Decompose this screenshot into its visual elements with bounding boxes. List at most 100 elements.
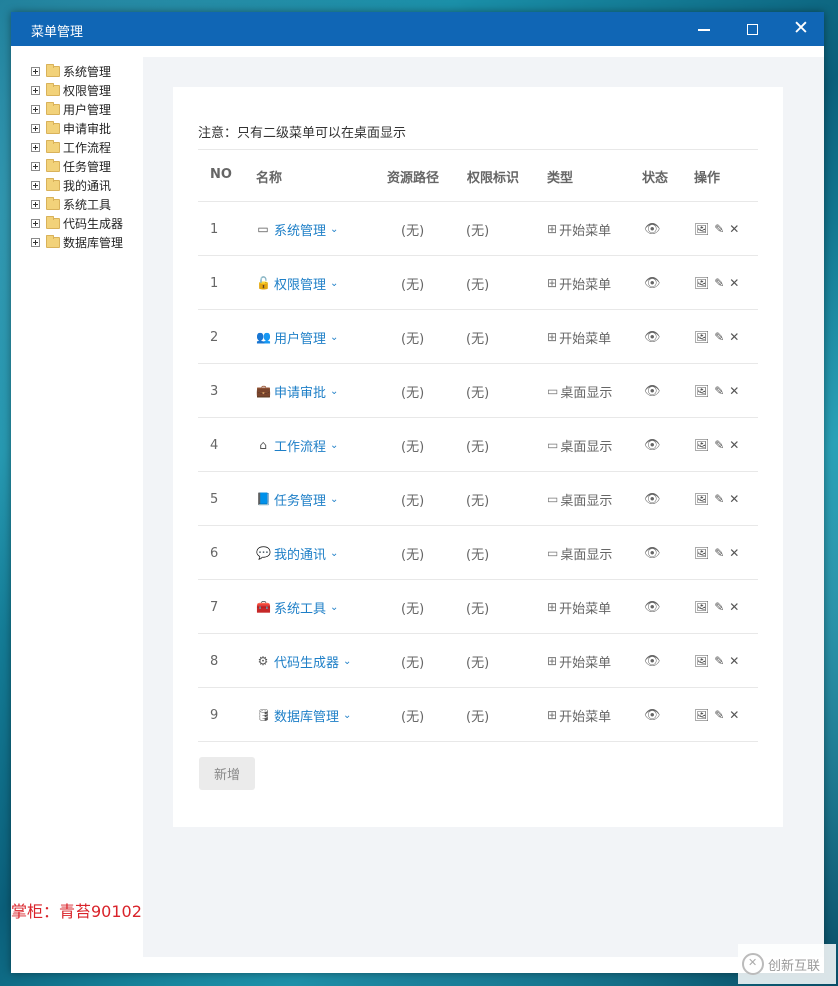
menu-name-dropdown[interactable]: 🧰 系统工具 ⌄ [256, 580, 338, 634]
title-bar[interactable]: 菜单管理 ✕ [11, 12, 824, 46]
expand-icon[interactable] [31, 200, 40, 209]
image-icon[interactable]: 🖼 [694, 546, 709, 560]
expand-icon[interactable] [31, 162, 40, 171]
tree-item[interactable]: 申请审批 [31, 119, 111, 138]
image-icon[interactable]: 🖼 [694, 438, 709, 452]
delete-icon[interactable]: ✕ [729, 492, 739, 506]
maximize-button[interactable] [728, 12, 776, 46]
eye-icon[interactable]: 👁 [644, 492, 661, 507]
eye-icon[interactable]: 👁 [644, 330, 661, 345]
menu-name-dropdown[interactable]: 🛢 数据库管理 ⌄ [256, 688, 351, 742]
edit-icon[interactable]: ✎ [714, 654, 724, 668]
menu-name-dropdown[interactable]: 👥 用户管理 ⌄ [256, 310, 338, 364]
edit-icon[interactable]: ✎ [714, 384, 724, 398]
eye-icon[interactable]: 👁 [644, 708, 661, 723]
delete-icon[interactable]: ✕ [729, 546, 739, 560]
eye-icon[interactable]: 👁 [644, 600, 661, 615]
tree-item[interactable]: 系统管理 [31, 62, 111, 81]
chevron-down-icon: ⌄ [343, 655, 352, 667]
table-row: 1 ▭ 系统管理 ⌄ (无) (无) ⊞ 开始菜单 👁 🖼 ✎ ✕ [198, 202, 758, 256]
expand-icon[interactable] [31, 67, 40, 76]
tree-item[interactable]: 权限管理 [31, 81, 111, 100]
menu-name-dropdown[interactable]: 🔓 权限管理 ⌄ [256, 256, 338, 310]
eye-icon[interactable]: 👁 [644, 438, 661, 453]
permission-id: (无) [466, 439, 490, 455]
chevron-down-icon: ⌄ [330, 601, 339, 613]
edit-icon[interactable]: ✎ [714, 276, 724, 290]
delete-icon[interactable]: ✕ [729, 330, 739, 344]
status-toggle[interactable]: 👁 [644, 310, 661, 364]
menu-name-dropdown[interactable]: 📘 任务管理 ⌄ [256, 472, 338, 526]
tree-item[interactable]: 数据库管理 [31, 233, 123, 252]
eye-icon[interactable]: 👁 [644, 654, 661, 669]
expand-icon[interactable] [31, 86, 40, 95]
edit-icon[interactable]: ✎ [714, 222, 724, 236]
tree-item[interactable]: 系统工具 [31, 195, 111, 214]
status-toggle[interactable]: 👁 [644, 202, 661, 256]
permission-id: (无) [466, 655, 490, 671]
image-icon[interactable]: 🖼 [694, 276, 709, 290]
edit-icon[interactable]: ✎ [714, 600, 724, 614]
menu-name-dropdown[interactable]: ▭ 系统管理 ⌄ [256, 202, 338, 256]
expand-icon[interactable] [31, 124, 40, 133]
edit-icon[interactable]: ✎ [714, 546, 724, 560]
delete-icon[interactable]: ✕ [729, 600, 739, 614]
tree-item[interactable]: 代码生成器 [31, 214, 123, 233]
image-icon[interactable]: 🖼 [694, 222, 709, 236]
close-button[interactable]: ✕ [776, 12, 824, 46]
image-icon[interactable]: 🖼 [694, 384, 709, 398]
expand-icon[interactable] [31, 238, 40, 247]
edit-icon[interactable]: ✎ [714, 492, 724, 506]
status-toggle[interactable]: 👁 [644, 580, 661, 634]
menu-name-dropdown[interactable]: ⚙ 代码生成器 ⌄ [256, 634, 352, 688]
menu-type-label: 桌面显示 [560, 385, 613, 401]
expand-icon[interactable] [31, 143, 40, 152]
image-icon[interactable]: 🖼 [694, 654, 709, 668]
folder-icon [46, 216, 60, 229]
add-button[interactable]: 新增 [199, 757, 255, 790]
edit-icon[interactable]: ✎ [714, 708, 724, 722]
status-toggle[interactable]: 👁 [644, 526, 661, 580]
image-icon[interactable]: 🖼 [694, 330, 709, 344]
eye-icon[interactable]: 👁 [644, 546, 661, 561]
status-toggle[interactable]: 👁 [644, 472, 661, 526]
tree-item[interactable]: 用户管理 [31, 100, 111, 119]
delete-icon[interactable]: ✕ [729, 222, 739, 236]
minimize-button[interactable] [680, 12, 728, 46]
row-actions: 🖼 ✎ ✕ [694, 472, 744, 526]
folder-icon [46, 178, 60, 191]
status-toggle[interactable]: 👁 [644, 256, 661, 310]
delete-icon[interactable]: ✕ [729, 708, 739, 722]
expand-icon[interactable] [31, 181, 40, 190]
divider [198, 149, 758, 150]
delete-icon[interactable]: ✕ [729, 438, 739, 452]
tree-item[interactable]: 任务管理 [31, 157, 111, 176]
image-icon[interactable]: 🖼 [694, 492, 709, 506]
status-toggle[interactable]: 👁 [644, 634, 661, 688]
menu-type-label: 开始菜单 [559, 331, 612, 347]
image-icon[interactable]: 🖼 [694, 600, 709, 614]
status-toggle[interactable]: 👁 [644, 418, 661, 472]
status-toggle[interactable]: 👁 [644, 688, 661, 742]
eye-icon[interactable]: 👁 [644, 276, 661, 291]
delete-icon[interactable]: ✕ [729, 276, 739, 290]
expand-icon[interactable] [31, 105, 40, 114]
status-toggle[interactable]: 👁 [644, 364, 661, 418]
delete-icon[interactable]: ✕ [729, 654, 739, 668]
resource-path: (无) [401, 601, 425, 617]
edit-icon[interactable]: ✎ [714, 330, 724, 344]
menu-name-dropdown[interactable]: 💼 申请审批 ⌄ [256, 364, 338, 418]
menu-name-dropdown[interactable]: 💬 我的通讯 ⌄ [256, 526, 338, 580]
menu-name-dropdown[interactable]: ⌂ 工作流程 ⌄ [256, 418, 338, 472]
eye-icon[interactable]: 👁 [644, 384, 661, 399]
row-actions: 🖼 ✎ ✕ [694, 634, 744, 688]
image-icon[interactable]: 🖼 [694, 708, 709, 722]
table-row: 9 🛢 数据库管理 ⌄ (无) (无) ⊞ 开始菜单 👁 🖼 ✎ ✕ [198, 688, 758, 742]
edit-icon[interactable]: ✎ [714, 438, 724, 452]
tree-item[interactable]: 我的通讯 [31, 176, 111, 195]
tree-item[interactable]: 工作流程 [31, 138, 111, 157]
eye-icon[interactable]: 👁 [644, 222, 661, 237]
delete-icon[interactable]: ✕ [729, 384, 739, 398]
column-header-type: 类型 [547, 171, 574, 186]
expand-icon[interactable] [31, 219, 40, 228]
